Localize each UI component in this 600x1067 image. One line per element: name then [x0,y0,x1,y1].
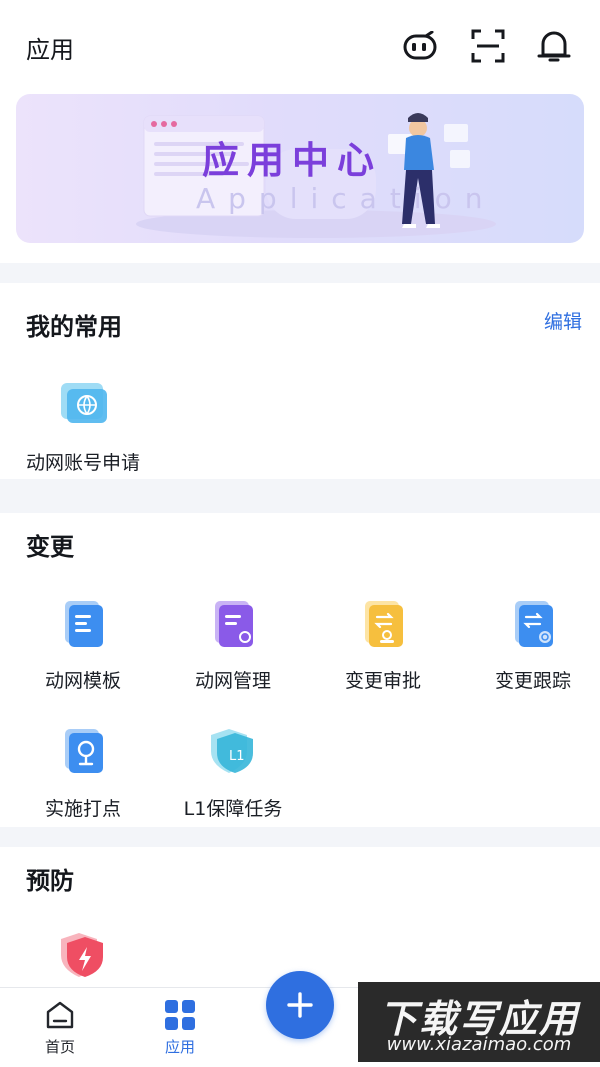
bell-icon[interactable] [534,26,574,66]
template-doc-icon [57,597,109,649]
app-tracking[interactable]: 变更跟踪 [458,597,600,693]
watermark: 下载写应用 www.xiazaimao.com [358,982,600,1062]
app-implement-point[interactable]: 实施打点 [8,725,158,821]
watermark-url: www.xiazaimao.com [386,1034,572,1055]
prevent-section: 预防 [0,847,600,987]
plus-icon [287,992,313,1018]
nav-home-label: 首页 [44,1038,75,1056]
scan-icon[interactable] [468,26,508,66]
banner-title: 应用中心 [202,139,382,182]
page-title: 应用 [26,36,74,64]
map-pin-icon [57,725,109,777]
banner-section: 应用中心 Application [0,90,600,263]
apps-grid-icon [140,998,220,1032]
change-title: 变更 [26,533,74,561]
app-label: 动网管理 [194,670,271,692]
favorites-title: 我的常用 [26,313,122,341]
app-prevent-1[interactable] [8,931,158,983]
prevent-title: 预防 [26,867,74,895]
top-bar: 应用 [0,0,600,90]
app-label: 动网账号申请 [25,452,140,474]
nav-apps-label: 应用 [164,1038,195,1056]
app-label: 实施打点 [44,798,121,820]
lightning-shield-icon [57,931,109,983]
app-manage[interactable]: 动网管理 [158,597,308,693]
edit-button[interactable]: 编辑 [544,307,582,334]
nav-home[interactable]: 首页 [20,998,100,1057]
app-network-account[interactable]: 动网账号申请 [8,379,158,475]
tracking-icon [507,597,559,649]
app-label: L1保障任务 [183,798,283,820]
app-l1-task[interactable]: L1 L1保障任务 [158,725,308,821]
robot-face-icon[interactable] [400,26,440,66]
banner-subtitle: Application [196,182,496,215]
svg-text:L1: L1 [229,749,245,764]
network-account-icon [57,379,109,431]
app-label: 变更跟踪 [494,670,571,692]
app-label: 变更审批 [344,670,421,692]
nav-apps[interactable]: 应用 [140,998,220,1057]
app-approval[interactable]: 变更审批 [308,597,458,693]
favorites-section: 我的常用 编辑 动网账号申请 [0,283,600,479]
add-button[interactable] [266,971,334,1039]
manage-doc-icon [207,597,259,649]
change-section: 变更 动网模板 动网管理 变更审批 变更跟踪 实施打点 L1 L1保障任务 [0,513,600,827]
app-center-banner[interactable]: 应用中心 Application [16,94,584,243]
app-label: 动网模板 [44,670,121,692]
app-template[interactable]: 动网模板 [8,597,158,693]
home-icon [20,998,100,1032]
l1-shield-icon: L1 [207,725,259,777]
approval-stamp-icon [357,597,409,649]
